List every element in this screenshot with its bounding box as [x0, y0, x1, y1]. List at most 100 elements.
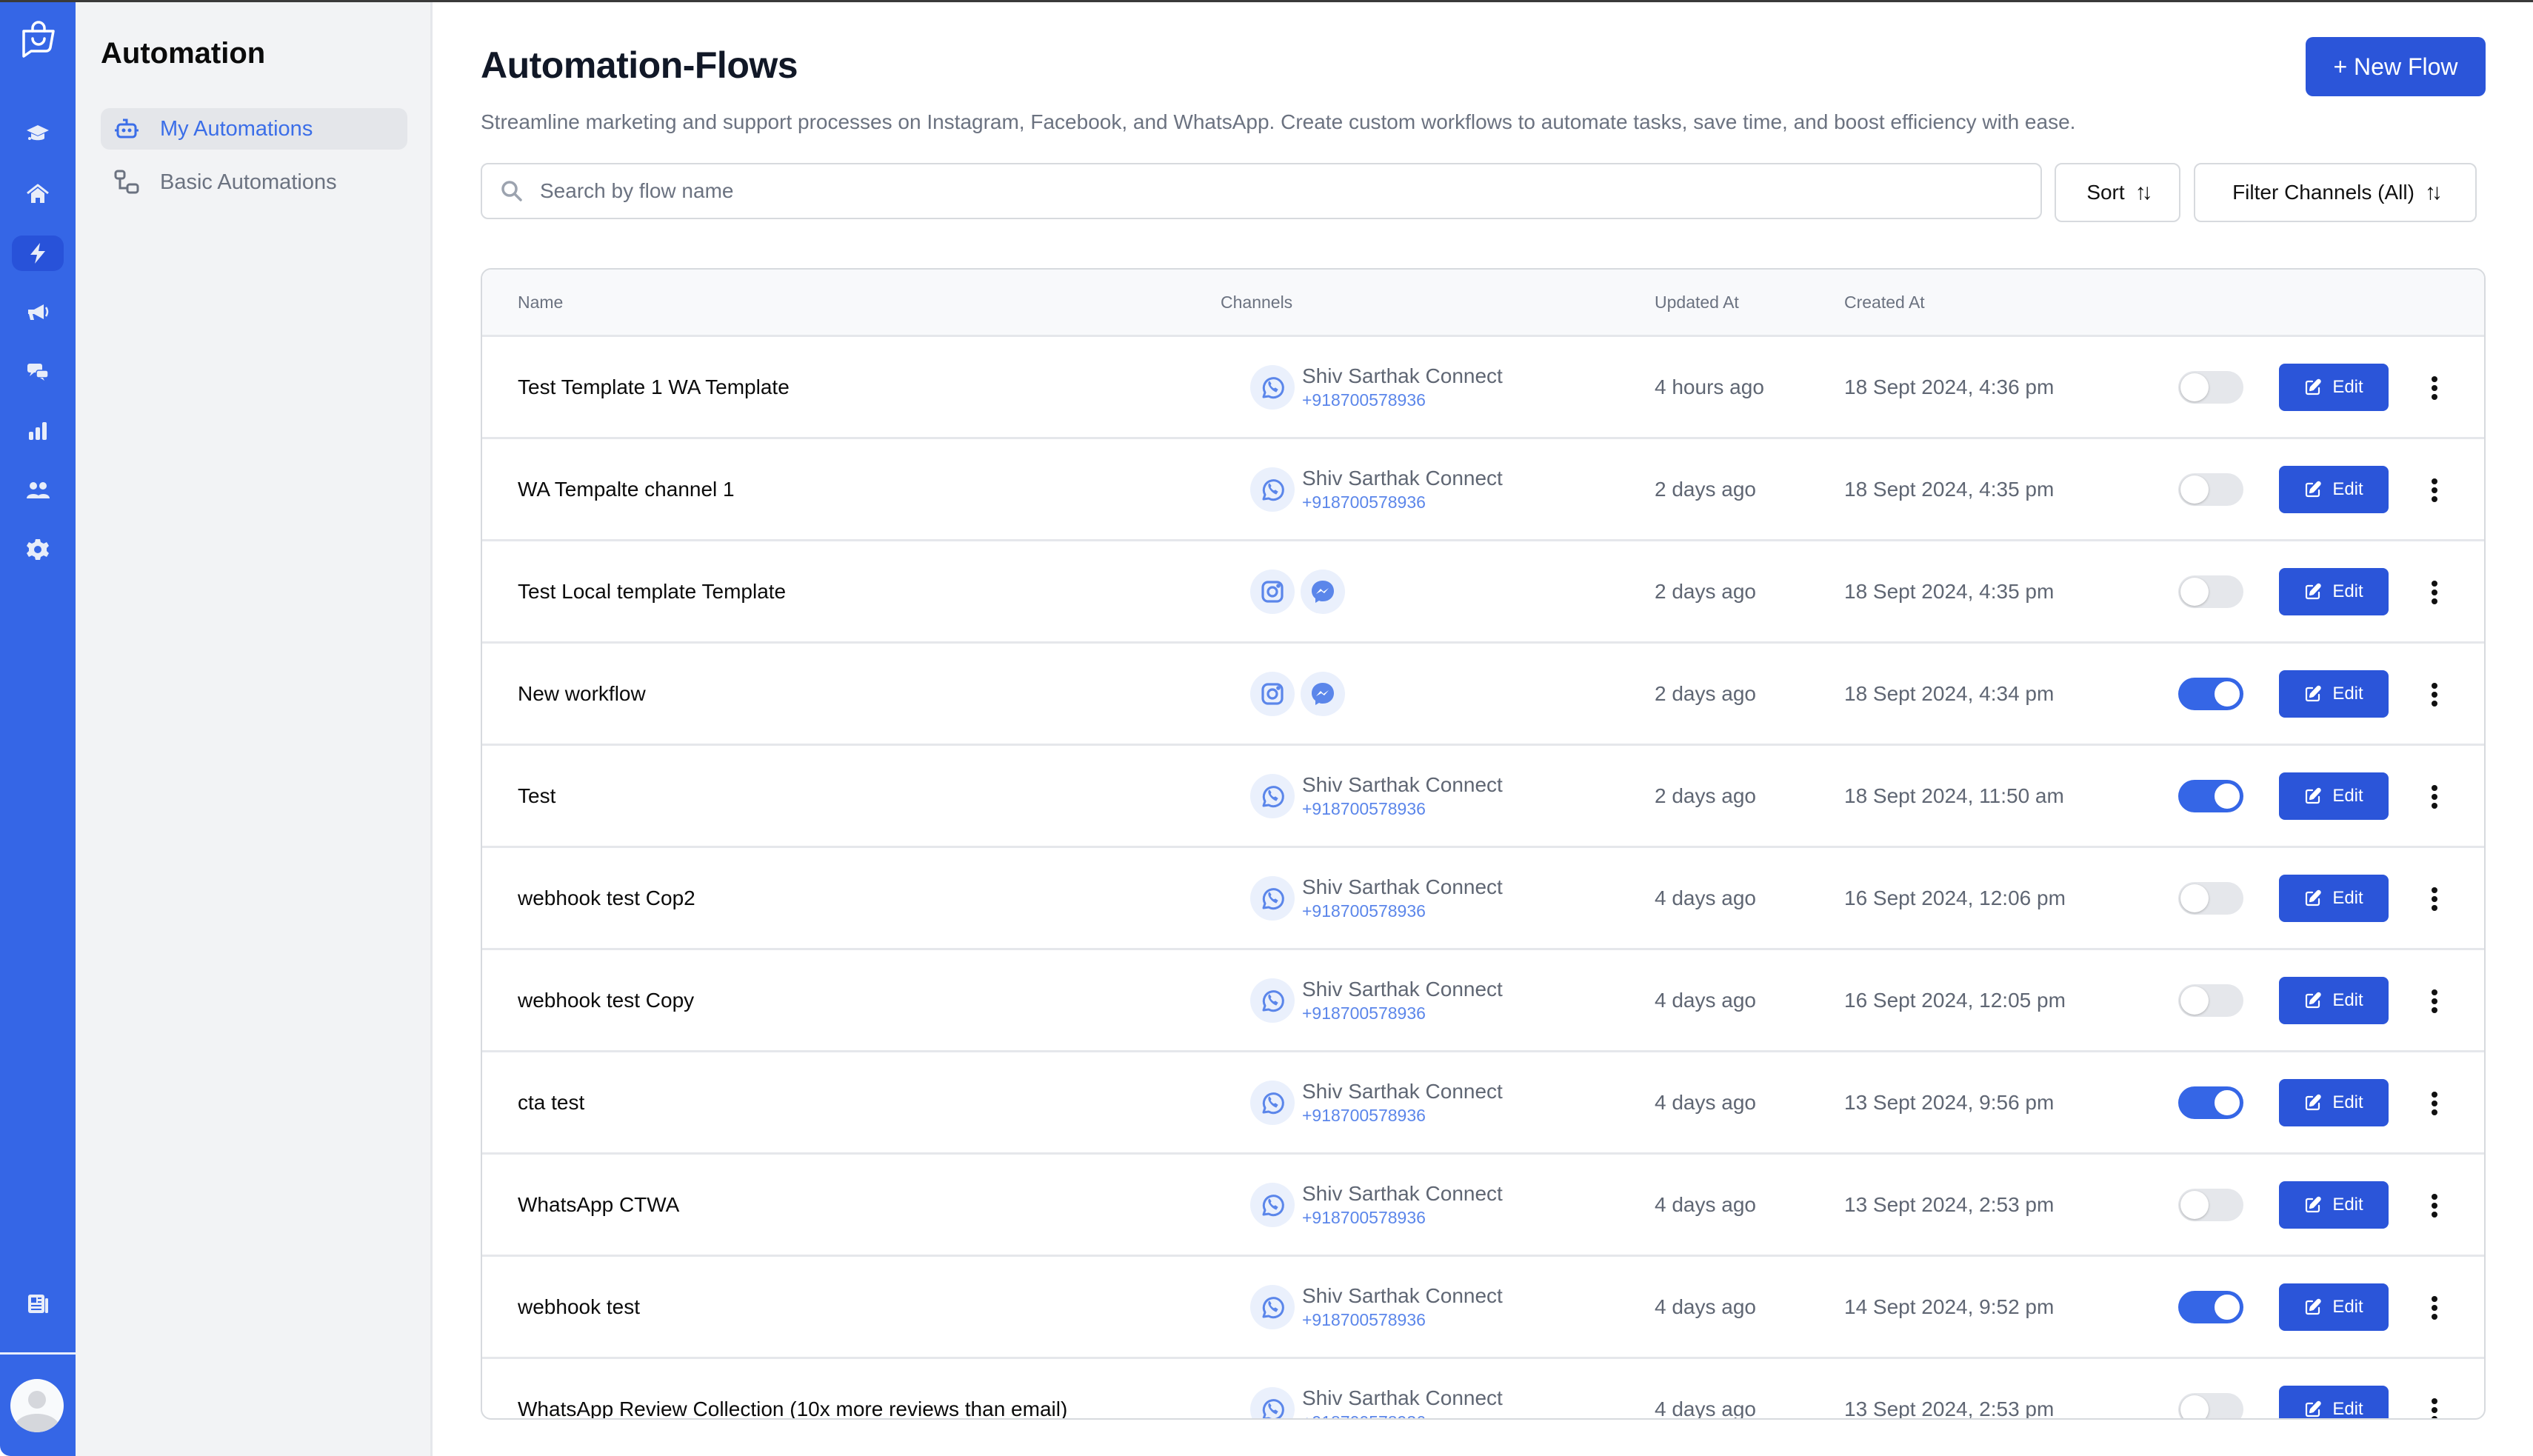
search-box[interactable]	[481, 163, 2042, 219]
edit-flow-button[interactable]: Edit	[2279, 568, 2389, 615]
table-body: Test Template 1 WA Template Shiv Sarthak…	[482, 337, 2484, 1418]
table-row[interactable]: Test Template 1 WA Template Shiv Sarthak…	[482, 337, 2484, 439]
toggle-knob	[2180, 986, 2209, 1015]
flow-enabled-toggle[interactable]	[2178, 1086, 2243, 1119]
rail-contacts-button[interactable]	[12, 472, 64, 508]
pencil-square-icon	[2306, 1298, 2321, 1315]
subnav-item-my-automations[interactable]: My Automations	[101, 108, 407, 150]
flow-enabled-toggle[interactable]	[2178, 1189, 2243, 1221]
edit-label: Edit	[2332, 684, 2363, 704]
flow-enabled-toggle[interactable]	[2178, 984, 2243, 1017]
filter-channels-button[interactable]: Filter Channels (All) ↑↓	[2194, 163, 2477, 222]
flow-name[interactable]: cta test	[518, 1052, 584, 1152]
flow-enabled-toggle[interactable]	[2178, 780, 2243, 812]
flow-name[interactable]: Test	[518, 746, 555, 846]
more-options-button[interactable]	[2420, 1392, 2449, 1418]
table-row[interactable]: Test Shiv Sarthak Connect +918700578936 2…	[482, 746, 2484, 848]
user-avatar-icon	[15, 1391, 59, 1432]
rail-automation-button[interactable]	[12, 236, 64, 271]
edit-flow-button[interactable]: Edit	[2279, 364, 2389, 411]
more-options-button[interactable]	[2420, 574, 2449, 611]
table-row[interactable]: WhatsApp CTWA Shiv Sarthak Connect +91870…	[482, 1155, 2484, 1257]
rail-campaigns-button[interactable]	[12, 295, 64, 330]
flow-enabled-toggle[interactable]	[2178, 575, 2243, 608]
flow-name[interactable]: New workflow	[518, 644, 646, 744]
flow-name[interactable]: WhatsApp Review Collection (10x more rev…	[518, 1359, 1067, 1418]
rail-divider	[0, 1352, 76, 1355]
rail-inbox-button[interactable]	[12, 354, 64, 390]
edit-flow-button[interactable]: Edit	[2279, 1283, 2389, 1331]
more-options-button[interactable]	[2420, 1289, 2449, 1326]
more-options-button[interactable]	[2420, 881, 2449, 918]
more-options-button[interactable]	[2420, 983, 2449, 1020]
more-options-button[interactable]	[2420, 676, 2449, 713]
table-row[interactable]: WA Tempalte channel 1 Shiv Sarthak Conne…	[482, 439, 2484, 541]
more-options-button[interactable]	[2420, 778, 2449, 815]
flow-enabled-toggle[interactable]	[2178, 1291, 2243, 1323]
flow-channels: Shiv Sarthak Connect+918700578936	[1250, 1052, 1503, 1152]
rail-analytics-button[interactable]	[12, 413, 64, 449]
flow-created-at: 18 Sept 2024, 11:50 am	[1844, 784, 2064, 807]
flow-name[interactable]: WA Tempalte channel 1	[518, 439, 735, 539]
channel-whatsapp-badge	[1250, 978, 1295, 1023]
flow-enabled-toggle[interactable]	[2178, 678, 2243, 710]
flow-name[interactable]: webhook test Copy	[518, 950, 694, 1050]
table-row[interactable]: webhook test Cop2 Shiv Sarthak Connect +9…	[482, 848, 2484, 950]
sort-button[interactable]: Sort ↑↓	[2055, 163, 2180, 222]
more-options-button[interactable]	[2420, 370, 2449, 407]
rail-academy-button[interactable]	[12, 116, 64, 151]
toggle-knob	[2213, 1089, 2241, 1117]
search-input[interactable]	[540, 179, 2040, 203]
edit-flow-button[interactable]: Edit	[2279, 772, 2389, 820]
channel-name: Shiv Sarthak Connect	[1302, 364, 1503, 387]
edit-flow-button[interactable]: Edit	[2279, 466, 2389, 513]
flow-updated-at: 2 days ago	[1655, 478, 1756, 501]
rail-docs-button[interactable]	[12, 1286, 64, 1321]
flow-enabled-toggle[interactable]	[2178, 1393, 2243, 1418]
table-row[interactable]: Test Local template Template 2 days ago …	[482, 541, 2484, 644]
flow-enabled-toggle[interactable]	[2178, 882, 2243, 915]
edit-flow-button[interactable]: Edit	[2279, 977, 2389, 1024]
table-row[interactable]: webhook test Shiv Sarthak Connect +918700…	[482, 1257, 2484, 1359]
flow-created-at: 13 Sept 2024, 2:53 pm	[1844, 1193, 2055, 1216]
table-row[interactable]: New workflow 2 days ago 18 Sept 2024, 4:…	[482, 644, 2484, 746]
icon-rail	[0, 0, 76, 1456]
flow-enabled-toggle[interactable]	[2178, 371, 2243, 404]
gear-icon	[27, 539, 49, 560]
instagram-icon	[1261, 580, 1284, 603]
rail-home-button[interactable]	[12, 176, 64, 212]
whatsapp-icon	[1262, 785, 1284, 807]
table-row[interactable]: webhook test Copy Shiv Sarthak Connect +9…	[482, 950, 2484, 1052]
edit-flow-button[interactable]: Edit	[2279, 1386, 2389, 1418]
flow-name[interactable]: webhook test	[518, 1257, 640, 1357]
table-row[interactable]: cta test Shiv Sarthak Connect +9187005789…	[482, 1052, 2484, 1155]
flow-name[interactable]: WhatsApp CTWA	[518, 1155, 679, 1255]
edit-flow-button[interactable]: Edit	[2279, 875, 2389, 922]
edit-flow-button[interactable]: Edit	[2279, 670, 2389, 718]
table-row[interactable]: WhatsApp Review Collection (10x more rev…	[482, 1359, 2484, 1418]
edit-flow-button[interactable]: Edit	[2279, 1181, 2389, 1229]
more-options-button[interactable]	[2420, 472, 2449, 509]
flow-created-at: 16 Sept 2024, 12:05 pm	[1844, 989, 2066, 1012]
toggle-knob	[2180, 475, 2209, 504]
toggle-knob	[2180, 373, 2209, 401]
whatsapp-icon	[1262, 1092, 1284, 1114]
flow-updated-at: 4 days ago	[1655, 989, 1756, 1012]
channel-instagram-badge	[1250, 569, 1295, 614]
brand-logo-icon[interactable]	[18, 19, 59, 61]
more-options-button[interactable]	[2420, 1085, 2449, 1122]
flow-name[interactable]: webhook test Cop2	[518, 848, 695, 948]
rail-settings-button[interactable]	[12, 532, 64, 567]
flow-name[interactable]: Test Template 1 WA Template	[518, 337, 790, 437]
flow-enabled-toggle[interactable]	[2178, 473, 2243, 506]
channel-info: Shiv Sarthak Connect+918700578936	[1302, 977, 1503, 1024]
flow-name[interactable]: Test Local template Template	[518, 541, 786, 641]
more-options-button[interactable]	[2420, 1187, 2449, 1224]
messenger-icon	[1312, 682, 1334, 705]
channel-name: Shiv Sarthak Connect	[1302, 875, 1503, 898]
user-avatar[interactable]	[10, 1379, 64, 1432]
edit-flow-button[interactable]: Edit	[2279, 1079, 2389, 1126]
new-flow-button[interactable]: + New Flow	[2306, 37, 2486, 96]
subnav-item-basic-automations[interactable]: Basic Automations	[101, 161, 407, 203]
subnav-item-label: Basic Automations	[160, 170, 337, 194]
